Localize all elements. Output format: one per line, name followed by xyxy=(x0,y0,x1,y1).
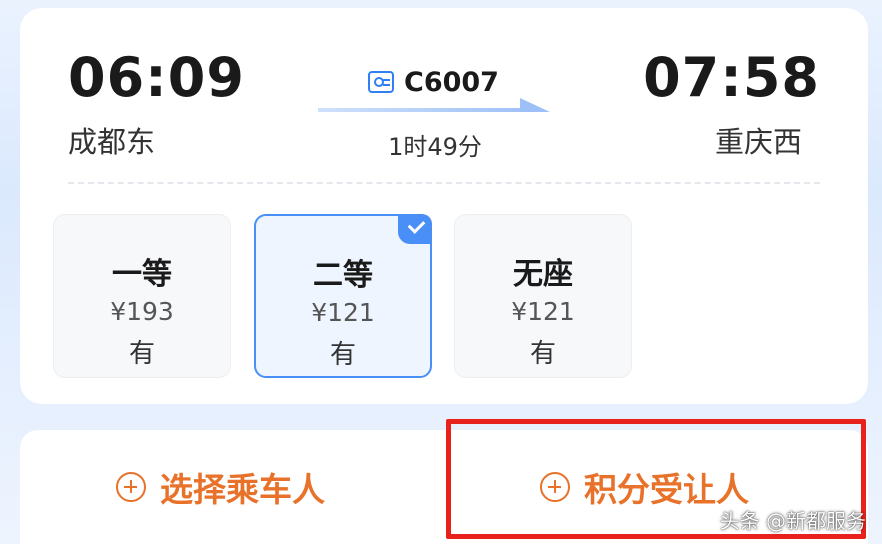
plus-circle-icon xyxy=(116,472,146,502)
points-transferee-button[interactable]: 积分受让人 xyxy=(540,460,749,514)
plus-circle-icon xyxy=(540,472,570,502)
seat-class: 二等 xyxy=(313,258,373,293)
seat-price: ¥193 xyxy=(110,297,174,326)
departure-time: 06:09 xyxy=(68,46,245,109)
train-info-card: 06:09 成都东 C6007 1时49分 07:58 重庆西 一等 ¥193 … xyxy=(20,8,868,404)
departure-station: 成都东 xyxy=(68,125,156,159)
check-icon xyxy=(398,214,432,244)
train-number: C6007 xyxy=(404,66,499,98)
select-passenger-label: 选择乘车人 xyxy=(160,470,325,509)
trip-duration: 1时49分 xyxy=(388,133,482,161)
right-arrow-icon xyxy=(318,98,550,112)
seat-option-no-seat[interactable]: 无座 ¥121 有 xyxy=(454,214,632,378)
seat-price: ¥121 xyxy=(511,297,575,326)
arrival-time: 07:58 xyxy=(643,46,820,109)
seat-option-second-class[interactable]: 二等 ¥121 有 xyxy=(254,214,432,378)
seat-price: ¥121 xyxy=(311,298,375,327)
seat-availability: 有 xyxy=(128,339,155,369)
id-card-icon xyxy=(368,71,394,93)
points-transferee-label: 积分受让人 xyxy=(584,470,749,509)
seat-class: 无座 xyxy=(513,257,573,292)
divider xyxy=(68,182,820,184)
watermark: 头条 @新都服务 xyxy=(719,509,866,533)
seat-class: 一等 xyxy=(112,257,172,292)
select-passenger-button[interactable]: 选择乘车人 xyxy=(116,460,325,514)
seat-availability: 有 xyxy=(529,339,556,369)
seat-availability: 有 xyxy=(329,340,356,370)
seat-option-first-class[interactable]: 一等 ¥193 有 xyxy=(53,214,231,378)
arrival-station: 重庆西 xyxy=(714,125,802,159)
